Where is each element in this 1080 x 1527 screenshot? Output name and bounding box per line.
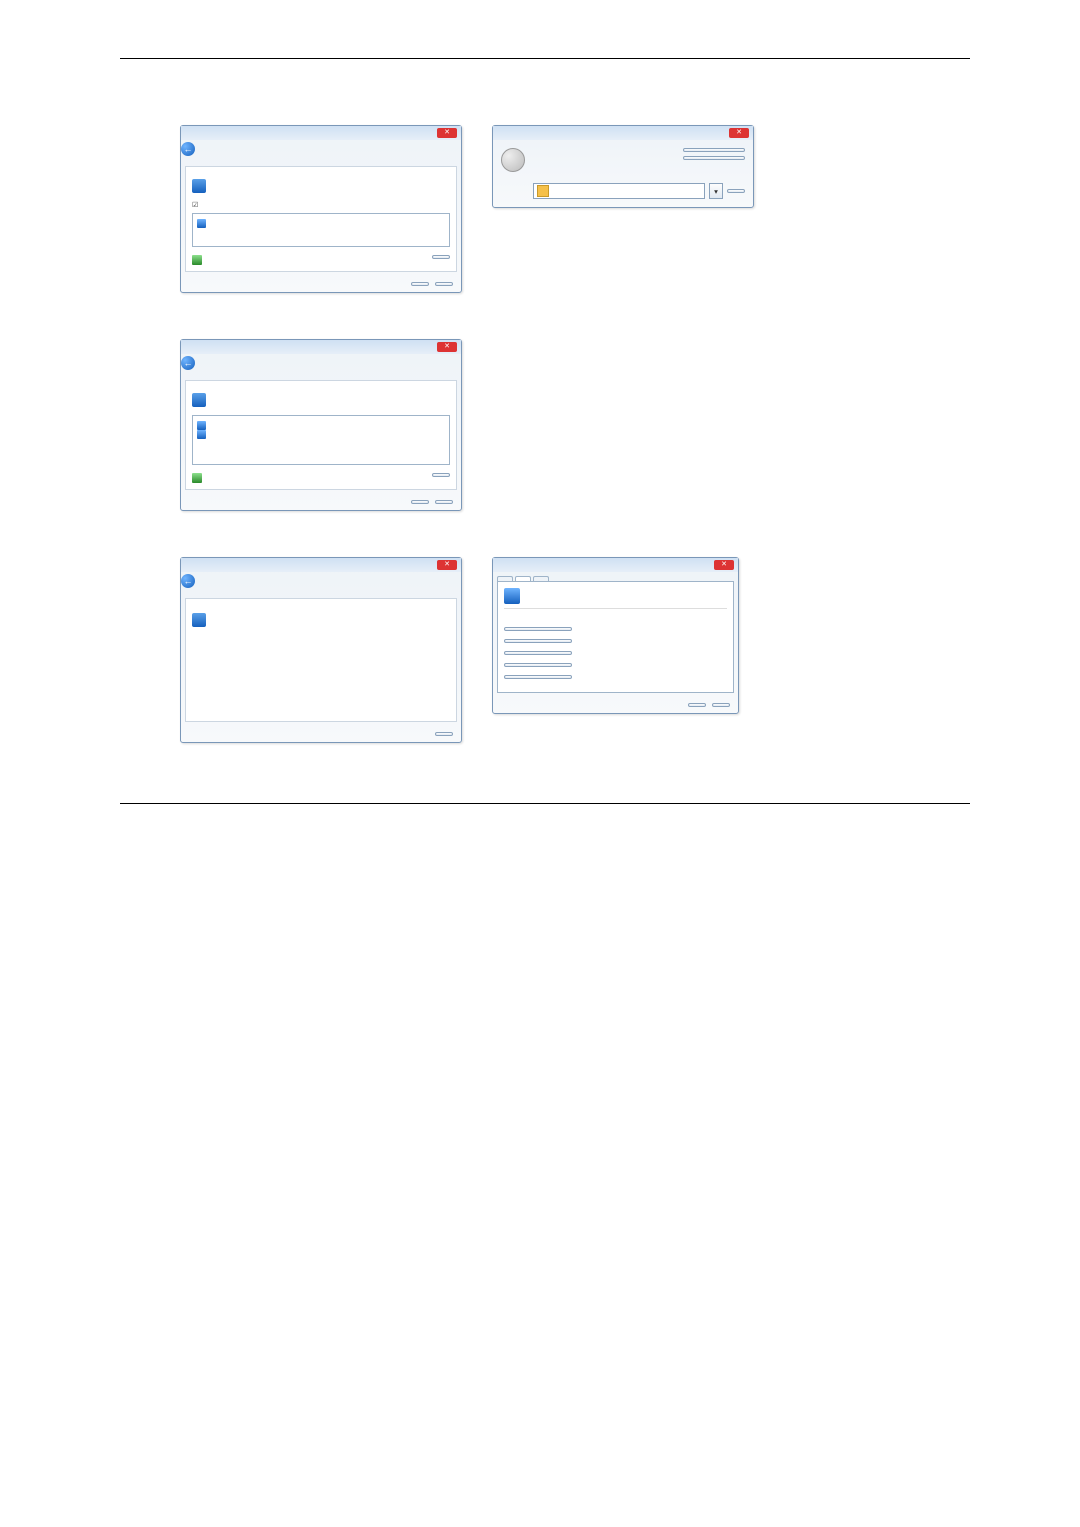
- close-button[interactable]: [435, 732, 453, 736]
- dialog-hint: [192, 179, 450, 193]
- dialog-properties: ✕: [492, 557, 739, 714]
- close-icon[interactable]: ✕: [437, 342, 457, 352]
- disable-button[interactable]: [504, 663, 572, 667]
- rule-bottom: [120, 803, 970, 804]
- rule-top: [120, 58, 970, 59]
- have-disk-button[interactable]: [432, 255, 450, 259]
- cancel-button[interactable]: [435, 500, 453, 504]
- dialog-install-from-disk: ✕ ▾: [492, 125, 754, 208]
- screenshots-9: ✕ ←: [180, 339, 970, 511]
- close-icon[interactable]: ✕: [729, 128, 749, 138]
- disk-icon: [501, 148, 525, 172]
- signed-info: [192, 255, 208, 265]
- list-item[interactable]: [197, 430, 445, 439]
- uninstall-button[interactable]: [504, 675, 572, 679]
- list-item[interactable]: [197, 421, 445, 430]
- driver-details-button[interactable]: [504, 627, 572, 631]
- close-button[interactable]: [688, 703, 706, 707]
- breadcrumb: ←: [181, 140, 461, 162]
- monitor-icon: [197, 421, 206, 430]
- ok-button[interactable]: [683, 148, 745, 152]
- screenshots-8: ✕ ← ☑: [180, 125, 970, 293]
- tab-general[interactable]: [497, 576, 513, 581]
- dialog-update-driver: ✕ ← ☑: [180, 125, 462, 293]
- dialog-select-model: ✕ ←: [180, 339, 462, 511]
- back-icon[interactable]: ←: [181, 142, 195, 156]
- cancel-button[interactable]: [683, 156, 745, 160]
- update-driver-button[interactable]: [504, 639, 572, 643]
- shield-icon: [192, 473, 202, 483]
- path-select[interactable]: [533, 183, 705, 199]
- list-item[interactable]: [197, 219, 445, 228]
- cancel-button[interactable]: [712, 703, 730, 707]
- device-icon: [192, 613, 206, 627]
- browse-button[interactable]: [727, 189, 745, 193]
- dialog-update-success: ✕ ←: [180, 557, 462, 743]
- show-compat-checkbox[interactable]: ☑: [192, 201, 450, 209]
- back-icon[interactable]: ←: [181, 574, 195, 588]
- rollback-button[interactable]: [504, 651, 572, 655]
- device-icon: [192, 393, 206, 407]
- device-icon: [192, 179, 206, 193]
- back-icon[interactable]: ←: [181, 356, 195, 370]
- monitor-icon: [197, 219, 206, 228]
- document-page: ✕ ← ☑: [0, 0, 1080, 852]
- close-icon[interactable]: ✕: [714, 560, 734, 570]
- tabs: [493, 572, 738, 581]
- screenshots-10: ✕ ← ✕: [180, 557, 970, 743]
- dropdown-icon[interactable]: ▾: [709, 183, 723, 199]
- have-disk-button[interactable]: [432, 473, 450, 477]
- folder-icon: [537, 185, 549, 197]
- tab-details[interactable]: [533, 576, 549, 581]
- model-list[interactable]: [192, 415, 450, 465]
- next-button[interactable]: [411, 500, 429, 504]
- close-icon[interactable]: ✕: [437, 128, 457, 138]
- monitor-icon: [197, 430, 206, 439]
- titlebar: ✕: [493, 126, 753, 140]
- monitor-icon: [504, 588, 520, 604]
- cancel-button[interactable]: [435, 282, 453, 286]
- ifd-message: [533, 148, 675, 172]
- tab-driver[interactable]: [515, 576, 531, 581]
- shield-icon: [192, 255, 202, 265]
- next-button[interactable]: [411, 282, 429, 286]
- titlebar: ✕: [181, 126, 461, 140]
- model-list[interactable]: [192, 213, 450, 247]
- close-icon[interactable]: ✕: [437, 560, 457, 570]
